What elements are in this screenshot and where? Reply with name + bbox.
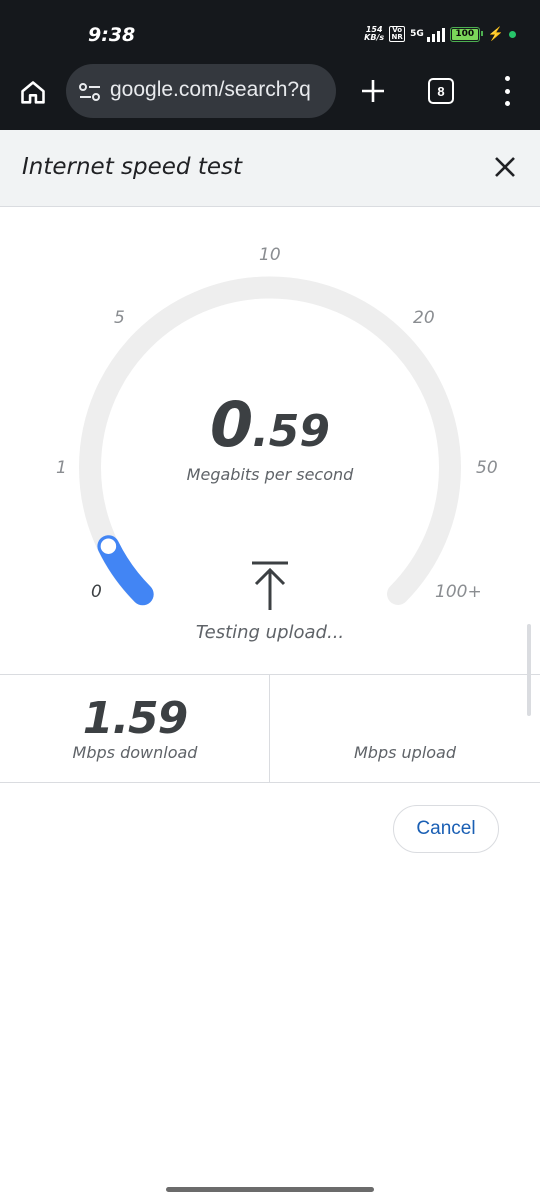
results-panel: 1.59 Mbps download Mbps upload bbox=[0, 674, 540, 783]
download-label: Mbps download bbox=[72, 743, 198, 762]
status-bar: 9:38 154 KB/s Vo NR 5G 100 ⚡ bbox=[0, 0, 540, 64]
download-value: 1.59 bbox=[82, 693, 189, 744]
current-speed: 0.59 bbox=[0, 388, 540, 461]
current-speed-decimal: .59 bbox=[252, 406, 331, 457]
address-bar[interactable]: google.com/search?q bbox=[66, 64, 336, 118]
close-icon bbox=[495, 157, 515, 177]
gauge-tick-label: 10 bbox=[259, 245, 281, 265]
current-speed-units: Megabits per second bbox=[186, 465, 354, 484]
volte-icon: Vo NR bbox=[389, 26, 406, 42]
overflow-menu-button[interactable] bbox=[498, 76, 516, 106]
signal-strength-icon bbox=[426, 26, 445, 42]
gauge-tick-label: 20 bbox=[413, 308, 435, 328]
speed-test-header: Internet speed test bbox=[0, 130, 540, 207]
upload-result: Mbps upload bbox=[270, 675, 540, 782]
url-text[interactable]: google.com/search?q bbox=[110, 78, 330, 102]
gesture-navigation-bar[interactable] bbox=[166, 1187, 374, 1192]
upload-arrow-icon bbox=[252, 561, 288, 610]
status-icons: 154 KB/s Vo NR 5G 100 ⚡ bbox=[364, 22, 516, 46]
test-status: Testing upload... bbox=[195, 622, 345, 643]
download-result: 1.59 Mbps download bbox=[0, 675, 270, 782]
privacy-indicator-dot bbox=[509, 30, 516, 38]
page-title: Internet speed test bbox=[22, 154, 243, 180]
battery-level: 100 bbox=[455, 29, 475, 39]
battery-icon: 100 bbox=[449, 26, 483, 42]
more-vert-icon bbox=[504, 76, 510, 81]
network-type: 5G bbox=[410, 29, 424, 39]
gauge-needle-knob bbox=[98, 535, 119, 557]
cancel-button[interactable]: Cancel bbox=[393, 805, 499, 853]
site-settings-icon[interactable] bbox=[78, 81, 102, 103]
home-button[interactable] bbox=[16, 76, 50, 110]
close-button[interactable] bbox=[488, 150, 522, 184]
network-speed-indicator: 154 KB/s bbox=[364, 25, 385, 42]
upload-label: Mbps upload bbox=[353, 743, 457, 762]
gauge-tick-label: 100+ bbox=[435, 582, 482, 602]
new-tab-button[interactable] bbox=[358, 76, 388, 106]
home-icon bbox=[21, 81, 45, 104]
clock: 9:38 bbox=[88, 24, 136, 46]
gauge-tick-label: 0 bbox=[91, 582, 102, 602]
charging-icon: ⚡ bbox=[487, 26, 504, 41]
tab-switcher-button[interactable]: 8 bbox=[428, 78, 454, 104]
gauge-tick-label: 5 bbox=[114, 308, 125, 328]
current-speed-integer: 0 bbox=[209, 388, 253, 461]
browser-toolbar: google.com/search?q 8 bbox=[0, 64, 540, 130]
